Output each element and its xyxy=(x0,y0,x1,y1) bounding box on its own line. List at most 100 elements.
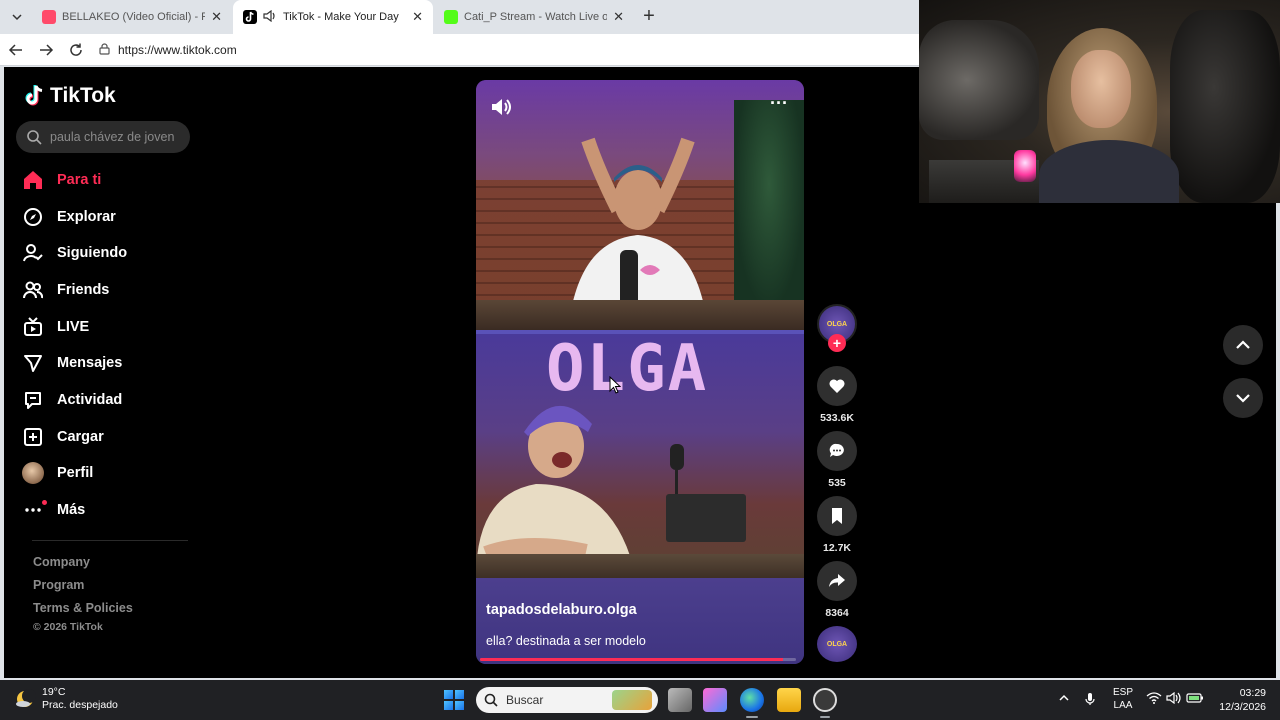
youtube-favicon-icon xyxy=(42,10,56,24)
taskbar-search[interactable]: Buscar xyxy=(476,687,658,713)
follow-button[interactable]: + xyxy=(828,334,846,352)
taskbar-search-placeholder: Buscar xyxy=(506,693,544,707)
obs-active-indicator xyxy=(820,716,830,718)
nav-label: Siguiendo xyxy=(57,245,128,261)
next-video-button[interactable] xyxy=(1223,378,1263,418)
nav-item-para-ti[interactable]: Para ti xyxy=(22,166,101,194)
chevron-down-icon xyxy=(1236,394,1250,403)
sidebar-divider xyxy=(32,540,188,541)
address-bar[interactable]: https://www.tiktok.com xyxy=(94,38,918,62)
file-explorer-icon[interactable] xyxy=(777,688,801,712)
speaker-playing-icon[interactable] xyxy=(263,9,277,25)
nav-item-perfil[interactable]: Perfil xyxy=(22,459,93,487)
webcam-overlay xyxy=(919,0,1280,203)
search-input[interactable]: paula chávez de joven xyxy=(16,121,190,153)
share-icon xyxy=(829,574,845,587)
nav-item-explorar[interactable]: Explorar xyxy=(22,203,116,231)
microphone-icon[interactable] xyxy=(1084,692,1096,709)
save-button[interactable] xyxy=(817,496,857,536)
webcam-chair xyxy=(919,20,1039,140)
reload-button[interactable] xyxy=(66,40,86,60)
close-tab-icon[interactable]: ✕ xyxy=(412,9,423,25)
clock-date: 12/3/2026 xyxy=(1219,701,1266,713)
video-author[interactable]: tapadosdelaburo.olga xyxy=(486,602,637,618)
battery-icon[interactable] xyxy=(1186,692,1204,707)
windows-taskbar: 19°C Prac. despejado Buscar ESP LAA 03:2… xyxy=(0,680,1280,720)
tab-title: TikTok - Make Your Day xyxy=(283,11,399,23)
nav-item-mas[interactable]: Más xyxy=(22,496,85,524)
scene-top-table xyxy=(476,300,804,330)
start-button[interactable] xyxy=(444,690,464,710)
forward-button[interactable] xyxy=(36,40,56,60)
footer-link-company[interactable]: Company xyxy=(33,555,90,569)
footer-link-program[interactable]: Program xyxy=(33,578,84,592)
system-clock[interactable]: 03:29 12/3/2026 xyxy=(1214,686,1266,714)
wifi-icon[interactable] xyxy=(1146,692,1162,707)
music-disc[interactable]: OLGA xyxy=(817,626,857,662)
tab-list-button[interactable] xyxy=(6,6,28,28)
arrow-right-icon xyxy=(40,44,54,56)
input-language[interactable]: ESP LAA xyxy=(1108,686,1138,712)
notification-dot xyxy=(42,500,47,505)
video-player[interactable]: OLGA tapadosdelaburo.olga ella? destinad… xyxy=(476,80,804,664)
video-frame-bottom: OLGA xyxy=(476,332,804,578)
pink-lamp xyxy=(1014,150,1036,182)
nav-label: Cargar xyxy=(57,429,104,445)
speaker-icon[interactable] xyxy=(1166,691,1182,707)
christmas-tree xyxy=(734,100,804,310)
weather-widget[interactable]: 19°C Prac. despejado xyxy=(14,686,118,712)
show-hidden-icons-button[interactable] xyxy=(1058,692,1070,707)
tab-title: Cati_P Stream - Watch Live on Kick xyxy=(464,11,608,23)
nav-item-mensajes[interactable]: Mensajes xyxy=(22,349,122,377)
nav-label: Perfil xyxy=(57,465,94,481)
kick-favicon-icon xyxy=(444,10,458,24)
nav-label: Friends xyxy=(57,282,110,298)
more-options-icon[interactable]: ··· xyxy=(768,94,790,118)
video-frame-top xyxy=(476,80,804,330)
live-icon xyxy=(22,316,44,338)
close-tab-icon[interactable]: ✕ xyxy=(613,9,624,25)
friends-icon xyxy=(22,279,44,301)
volume-icon[interactable] xyxy=(490,96,512,118)
search-icon xyxy=(484,693,498,707)
nav-item-live[interactable]: LIVE xyxy=(22,313,89,341)
nav-label: Mensajes xyxy=(57,355,123,371)
new-tab-button[interactable]: + xyxy=(638,5,660,27)
footer-link-terms[interactable]: Terms & Policies xyxy=(33,601,133,615)
copilot-icon[interactable] xyxy=(703,688,727,712)
scene-bottom-table xyxy=(476,554,804,578)
obs-studio-icon[interactable] xyxy=(813,688,837,712)
url-text: https://www.tiktok.com xyxy=(118,43,237,57)
reload-icon xyxy=(70,43,82,56)
comment-button[interactable] xyxy=(817,431,857,471)
previous-video-button[interactable] xyxy=(1223,325,1263,365)
webcam-armchair xyxy=(1170,10,1280,203)
video-progress-bar[interactable] xyxy=(480,658,796,661)
share-button[interactable] xyxy=(817,561,857,601)
like-button[interactable] xyxy=(817,366,857,406)
tab-kick[interactable]: Cati_P Stream - Watch Live on Kick ✕ xyxy=(434,0,634,34)
windows-logo-tile xyxy=(455,690,464,699)
heart-icon xyxy=(829,379,845,393)
tiktok-logo[interactable]: TikTok xyxy=(24,84,116,108)
close-tab-icon[interactable]: ✕ xyxy=(211,9,222,25)
mouse-cursor-icon xyxy=(609,376,621,394)
nav-label: Explorar xyxy=(57,209,116,225)
nav-label: Actividad xyxy=(57,392,123,408)
nav-item-actividad[interactable]: Actividad xyxy=(22,386,122,414)
tab-youtube[interactable]: BELLAKEO (Video Oficial) - Peso P ✕ xyxy=(32,0,232,34)
tab-tiktok[interactable]: TikTok - Make Your Day ✕ xyxy=(233,0,433,34)
lock-icon[interactable] xyxy=(94,42,114,58)
language-code: ESP xyxy=(1112,687,1133,698)
nav-item-cargar[interactable]: Cargar xyxy=(22,423,104,451)
task-view-icon[interactable] xyxy=(668,688,692,712)
streamer-face xyxy=(1071,50,1131,128)
search-placeholder: paula chávez de joven xyxy=(50,130,175,144)
back-button[interactable] xyxy=(6,40,26,60)
share-count: 8364 xyxy=(825,607,849,619)
edge-browser-icon[interactable] xyxy=(740,688,764,712)
keyboard-layout: LAA xyxy=(1113,700,1133,711)
nav-item-friends[interactable]: Friends xyxy=(22,276,109,304)
moon-weather-icon xyxy=(16,689,36,707)
nav-item-siguiendo[interactable]: Siguiendo xyxy=(22,239,127,267)
